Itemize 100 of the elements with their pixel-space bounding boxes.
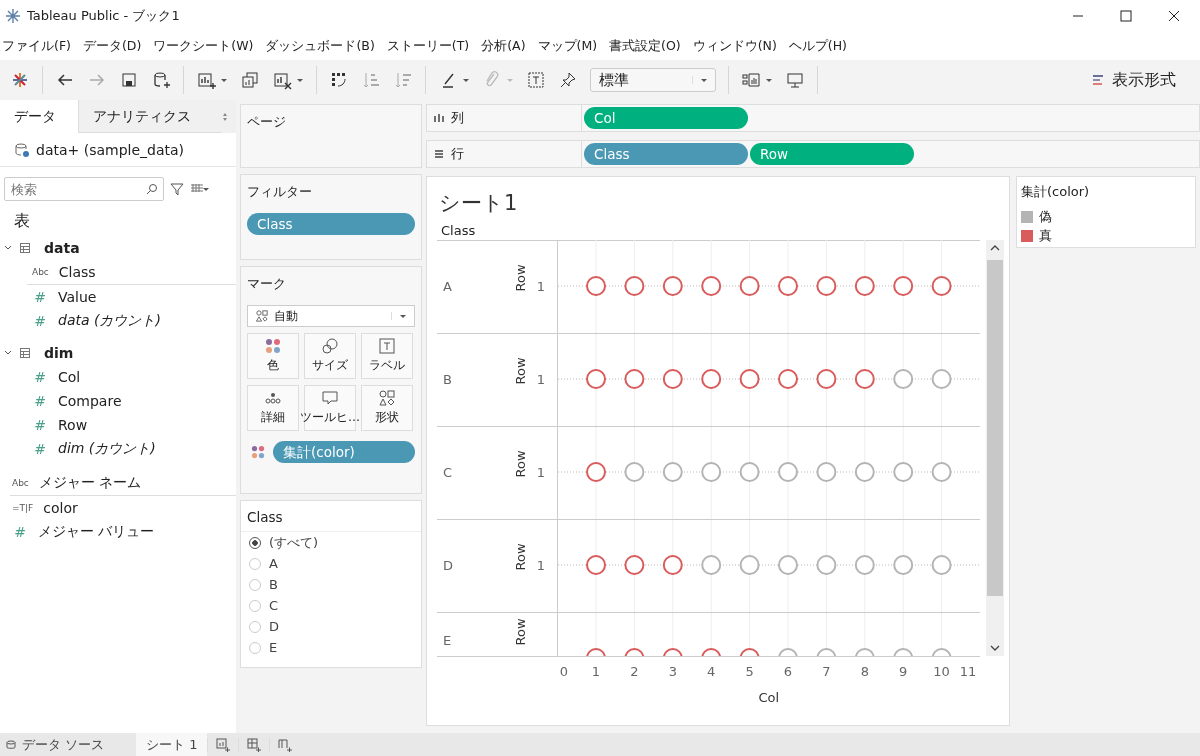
show-caption-icon[interactable] [741, 70, 761, 90]
database-icon [6, 739, 16, 750]
clear-sheet-icon[interactable] [272, 70, 292, 90]
table-name[interactable]: data [44, 240, 80, 256]
field-type-icon: Abc [32, 266, 49, 278]
mark-type-dropdown[interactable]: 自動 [247, 305, 415, 327]
logo-icon[interactable] [10, 70, 30, 90]
radio-label[interactable]: C [269, 598, 279, 613]
mark-property-button[interactable]: ラベル [361, 333, 413, 379]
field-name[interactable]: メジャー バリュー [38, 523, 155, 541]
view-dropdown[interactable]: 標準 [590, 68, 716, 92]
save-icon[interactable] [119, 70, 139, 90]
scroll-down-icon[interactable] [990, 644, 1000, 652]
radio-label[interactable]: B [269, 577, 278, 592]
field-name[interactable]: dim (カウント) [58, 440, 156, 458]
tick-label: 3 [668, 664, 677, 679]
field-name[interactable]: Class [58, 264, 96, 280]
swap-icon[interactable] [329, 70, 349, 90]
spinner-icon[interactable] [222, 111, 228, 122]
field-type-icon: # [32, 369, 48, 385]
axis-title: Col [758, 690, 780, 705]
shelf-label: 行 [451, 145, 464, 163]
menu-item[interactable]: ワークシート(W) [153, 37, 254, 55]
shelf-label: 列 [451, 109, 464, 127]
data-source-tab[interactable]: データ ソース [0, 733, 136, 756]
menu-item[interactable]: マップ(M) [537, 37, 598, 55]
new-sheet-icon[interactable] [196, 70, 216, 90]
presentation-icon[interactable] [785, 70, 805, 90]
field-name[interactable]: Value [58, 289, 97, 305]
pin-icon[interactable] [558, 70, 578, 90]
menu-item[interactable]: ヘルプ(H) [788, 37, 847, 55]
filter-icon[interactable] [170, 182, 184, 196]
scrollbar[interactable] [986, 240, 1004, 656]
legend-label: 真 [1039, 227, 1052, 244]
field-type-icon: =T|F [12, 502, 34, 514]
class-label: C [443, 465, 453, 480]
tick-label: 2 [630, 664, 639, 679]
menu-item[interactable]: ファイル(F) [2, 37, 71, 55]
class-label: A [443, 279, 452, 294]
field-type-icon: # [32, 441, 48, 457]
field-type-icon: # [32, 313, 48, 329]
caret-icon[interactable] [202, 185, 210, 193]
chevron-icon[interactable] [4, 349, 12, 357]
field-name[interactable]: color [43, 500, 78, 516]
pane-tab[interactable]: データ [0, 100, 78, 133]
tick-label: 5 [745, 664, 754, 679]
caret-icon[interactable] [220, 76, 228, 84]
radio-label[interactable]: (すべて) [269, 533, 319, 552]
mark-property-button[interactable]: サイズ [304, 333, 356, 379]
database-plus-icon[interactable] [151, 70, 171, 90]
field-name[interactable]: Compare [58, 393, 122, 409]
radio-button[interactable] [249, 536, 261, 549]
mark-property-button[interactable]: 形状 [361, 385, 413, 431]
field-type-icon: # [32, 289, 48, 305]
table-name[interactable]: dim [44, 345, 74, 361]
section-heading: 表 [13, 210, 31, 232]
caret-icon[interactable] [765, 76, 773, 84]
search-field[interactable]: 検索 [4, 177, 164, 201]
class-label: B [443, 372, 452, 387]
color-dots-icon [251, 445, 265, 459]
tick-label: 6 [783, 664, 793, 679]
chevron-icon[interactable] [4, 244, 12, 252]
field-name[interactable]: メジャー ネーム [38, 474, 142, 492]
sheet-tab[interactable]: シート 1 [136, 733, 208, 756]
text-box-icon[interactable] [526, 70, 546, 90]
tick-label: 7 [822, 664, 831, 679]
menu-item[interactable]: データ(D) [82, 37, 142, 55]
caret-icon[interactable] [296, 76, 304, 84]
axis-label: Row [513, 450, 528, 478]
show-me-button[interactable]: 表示形式 [1078, 65, 1190, 95]
card-title: ページ [247, 113, 287, 131]
mark-property-button[interactable]: 詳細 [247, 385, 299, 431]
menu-item[interactable]: 分析(A) [481, 37, 526, 55]
radio-label[interactable]: A [269, 556, 278, 571]
scroll-up-icon[interactable] [990, 244, 1000, 252]
field-name[interactable]: Col [58, 369, 81, 385]
column-header: Class [440, 222, 477, 240]
field-name[interactable]: Row [58, 417, 88, 433]
close-icon[interactable] [1168, 10, 1180, 22]
legend-title: 集計(color) [1021, 183, 1091, 201]
mark-property-button[interactable]: 色 [247, 333, 299, 379]
duplicate-sheet-icon[interactable] [240, 70, 260, 90]
tick-label: 0 [559, 664, 569, 679]
field-name[interactable]: data (カウント) [58, 312, 161, 330]
menu-item[interactable]: ストーリー(T) [386, 37, 470, 55]
menu-item[interactable]: ダッシュボード(B) [265, 37, 375, 55]
data-source-name[interactable]: data+ (sample_data) [36, 142, 185, 158]
caret-icon[interactable] [462, 76, 470, 84]
pane-tab[interactable]: アナリティクス [78, 100, 222, 133]
maximize-icon[interactable] [1120, 10, 1132, 22]
rows-icon [433, 148, 445, 160]
card-title: フィルター [247, 183, 313, 201]
menu-item[interactable]: ウィンドウ(N) [692, 37, 777, 55]
tick-label: 1 [536, 372, 545, 387]
menu-item[interactable]: 書式設定(O) [609, 37, 681, 55]
shapes-icon [379, 390, 395, 406]
radio-label[interactable]: D [269, 619, 279, 634]
speech-bubble-icon [322, 390, 338, 406]
field-type-icon: # [32, 393, 48, 409]
radio-label[interactable]: E [269, 640, 278, 655]
